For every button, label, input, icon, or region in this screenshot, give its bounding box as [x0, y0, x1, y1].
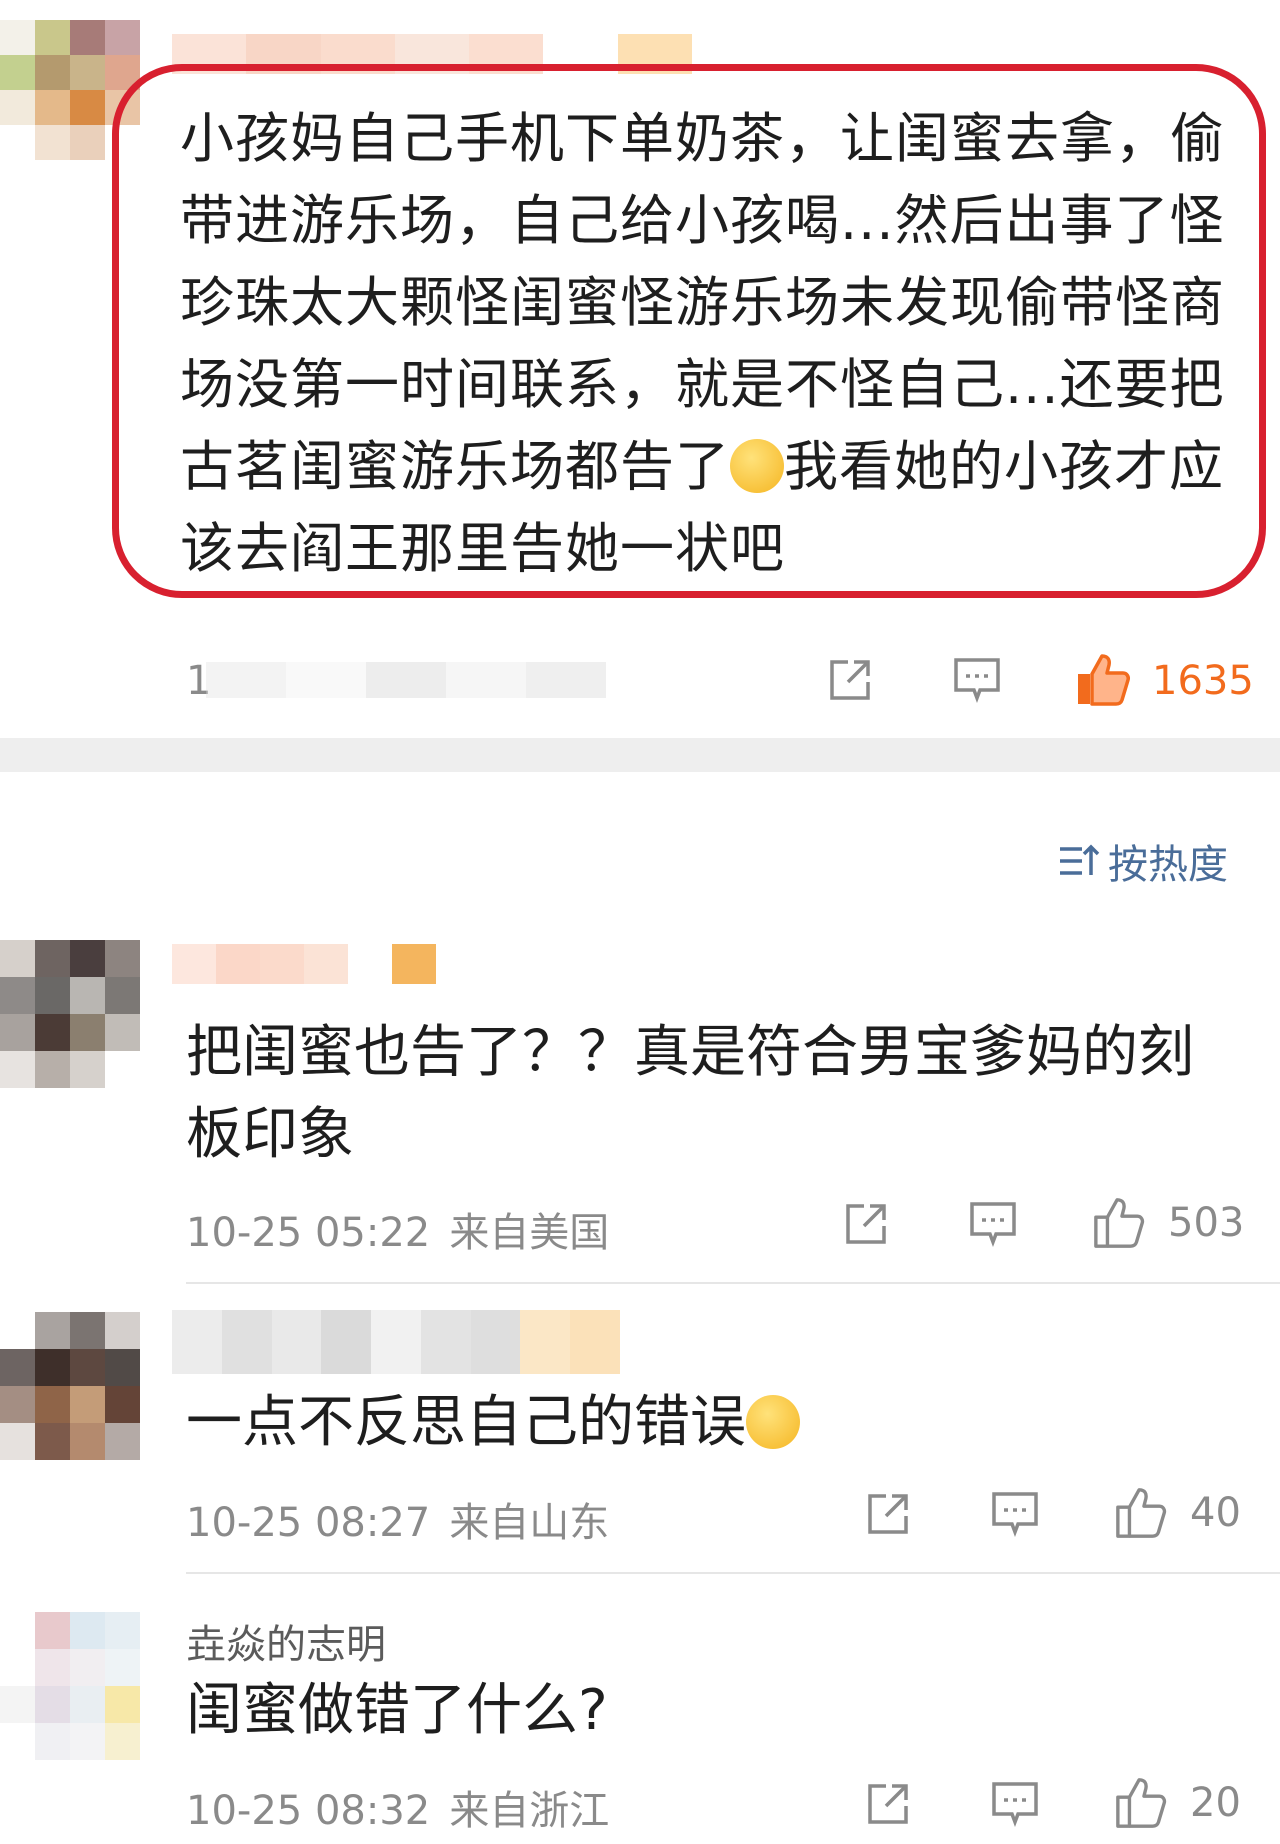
sort-icon	[1060, 844, 1100, 875]
comment-time: 10-25 08:27	[186, 1500, 431, 1546]
username-blurred[interactable]	[172, 1310, 621, 1374]
comment-text: 一点不反思自己的错误	[186, 1382, 1246, 1464]
comment-icon[interactable]	[990, 1780, 1040, 1828]
comment-text: 闺蜜做错了什么?	[186, 1678, 608, 1743]
comment-location: 来自美国	[449, 1210, 610, 1256]
comment-time: 10-25 08:32	[186, 1788, 431, 1834]
like-icon[interactable]	[1114, 1774, 1170, 1830]
comment-divider	[186, 1572, 1280, 1574]
thinking-eyeroll-emoji	[746, 1395, 800, 1449]
post-text: 小孩妈自己手机下单奶茶，让闺蜜去拿，偷带进游乐场，自己给小孩喝...然后出事了怪…	[180, 107, 1225, 580]
comment-text: 把闺蜜也告了？？真是符合男宝爹妈的刻板印象	[186, 1020, 1194, 1167]
avatar[interactable]	[0, 1612, 140, 1760]
like-count: 40	[1190, 1490, 1241, 1536]
like-count: 20	[1190, 1780, 1241, 1826]
username[interactable]: 垚焱的志明	[186, 1612, 386, 1670]
username-blurred[interactable]	[172, 944, 436, 984]
share-icon[interactable]	[842, 1200, 890, 1248]
post-meta-blurred	[206, 662, 606, 698]
comment-divider	[186, 1282, 1280, 1284]
rolling-eyes-emoji	[730, 439, 784, 493]
share-icon[interactable]	[826, 656, 874, 704]
avatar[interactable]	[0, 1312, 140, 1460]
like-icon-active[interactable]	[1074, 650, 1132, 708]
comment-icon[interactable]	[968, 1200, 1018, 1248]
like-icon[interactable]	[1114, 1484, 1170, 1540]
section-divider	[0, 738, 1280, 772]
sort-label: 按热度	[1108, 842, 1228, 888]
post-actions: 1 1635	[0, 650, 1280, 710]
comment-meta: 10-25 08:27 来自山东	[186, 1490, 609, 1548]
like-count: 503	[1168, 1200, 1245, 1246]
like-icon[interactable]	[1092, 1194, 1148, 1250]
comment-icon[interactable]	[952, 656, 1002, 704]
comment-location: 来自浙江	[449, 1788, 610, 1834]
share-icon[interactable]	[864, 1490, 912, 1538]
comment-meta: 10-25 05:22 来自美国	[186, 1200, 609, 1258]
sort-by-hot-button[interactable]: 按热度	[1058, 832, 1228, 890]
comment-time: 10-25 05:22	[186, 1210, 431, 1256]
comment-meta: 10-25 08:32 来自浙江	[186, 1778, 609, 1836]
like-count: 1635	[1152, 658, 1254, 704]
avatar[interactable]	[0, 940, 140, 1088]
comment-icon[interactable]	[990, 1490, 1040, 1538]
share-icon[interactable]	[864, 1780, 912, 1828]
comment-location: 来自山东	[449, 1500, 610, 1546]
